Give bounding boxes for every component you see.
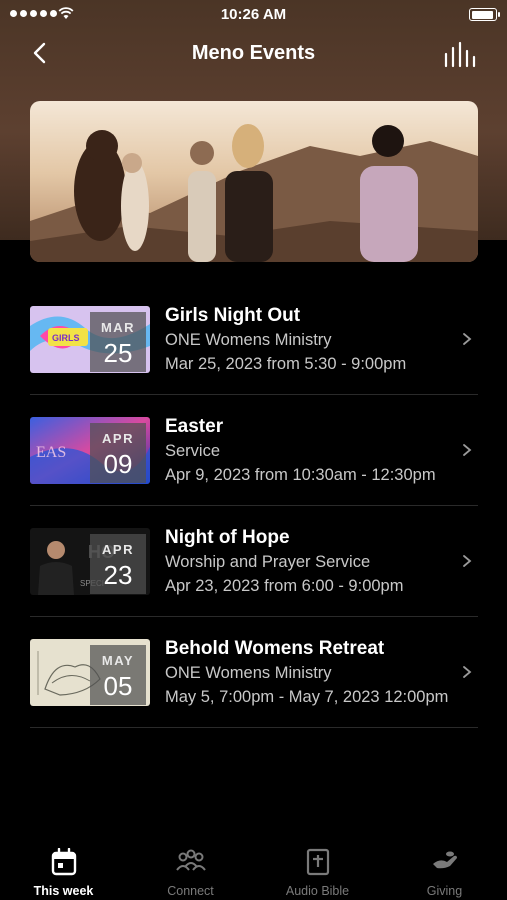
chevron-right-icon (463, 333, 472, 345)
hero-banner-image (30, 101, 478, 262)
svg-text:EAS: EAS (36, 444, 66, 461)
audio-bars-icon[interactable] (443, 40, 477, 68)
tab-label: This week (33, 884, 94, 898)
event-month: MAY (101, 653, 135, 668)
event-title: Behold Womens Retreat (165, 638, 385, 659)
bottom-tab-bar: This week Connect Audio Bible Giving (0, 838, 507, 900)
event-month: APR (102, 542, 134, 557)
status-time: 10:26 AM (220, 6, 287, 23)
tab-label: Giving (426, 884, 463, 898)
event-row-night-of-hope[interactable]: HO SPECI APR 23 Night of Hope Worship an… (30, 506, 478, 617)
event-datetime: May 5, 7:00pm - May 7, 2023 12:00pm (165, 688, 449, 706)
page-title: Meno Events (191, 42, 316, 64)
tab-audio-bible[interactable]: Audio Bible (254, 838, 381, 900)
event-day: 05 (103, 671, 133, 701)
event-thumbnail: HO SPECI APR 23 (30, 528, 150, 595)
event-day: 23 (103, 560, 133, 590)
giving-hand-icon (432, 851, 457, 869)
event-month: APR (102, 431, 134, 446)
people-silhouette-photo (30, 101, 478, 262)
event-subtitle: ONE Womens Ministry (165, 664, 332, 682)
event-date-badge: APR 23 (90, 534, 146, 594)
tab-label: Connect (167, 884, 214, 898)
chevron-right-icon (463, 444, 472, 456)
event-day: 25 (103, 338, 133, 368)
tab-connect[interactable]: Connect (127, 838, 254, 900)
event-title: Night of Hope (165, 527, 290, 548)
event-row-girls-night-out[interactable]: GIRLS MAR 25 Girls Night Out ONE Womens … (30, 284, 478, 395)
event-row-behold-womens-retreat[interactable]: MAY 05 Behold Womens Retreat ONE Womens … (30, 617, 478, 728)
event-title: Girls Night Out (165, 305, 301, 326)
navigation-bar: Meno Events (0, 30, 507, 76)
tab-giving[interactable]: Giving (381, 838, 507, 900)
event-subtitle: Service (165, 442, 221, 460)
people-icon (175, 849, 206, 871)
chevron-right-icon (463, 555, 472, 567)
event-datetime: Mar 25, 2023 from 5:30 - 9:00pm (165, 355, 407, 373)
event-subtitle: ONE Womens Ministry (165, 331, 332, 349)
event-thumbnail: EAS APR 09 (30, 417, 150, 484)
chevron-right-icon (463, 666, 472, 678)
tab-label: Audio Bible (285, 884, 350, 898)
bible-icon (306, 848, 329, 876)
event-month: MAR (100, 320, 136, 335)
event-list: GIRLS MAR 25 Girls Night Out ONE Womens … (30, 284, 478, 728)
event-date-badge: MAY 05 (90, 645, 146, 705)
battery-icon (469, 8, 500, 21)
event-title: Easter (165, 416, 224, 437)
event-subtitle: Worship and Prayer Service (165, 553, 371, 571)
svg-text:GIRLS: GIRLS (52, 333, 80, 343)
event-day: 09 (103, 449, 133, 479)
calendar-icon (51, 848, 76, 876)
event-date-badge: APR 09 (90, 423, 146, 483)
tab-this-week[interactable]: This week (0, 838, 127, 900)
event-row-easter[interactable]: EAS APR 09 Easter Service Apr 9, 2023 fr… (30, 395, 478, 506)
status-bar: 10:26 AM (0, 0, 507, 28)
event-datetime: Apr 23, 2023 from 6:00 - 9:00pm (165, 577, 404, 595)
event-thumbnail: MAY 05 (30, 639, 150, 706)
event-datetime: Apr 9, 2023 from 10:30am - 12:30pm (165, 466, 436, 484)
event-date-badge: MAR 25 (90, 312, 146, 372)
event-thumbnail: GIRLS MAR 25 (30, 306, 150, 373)
